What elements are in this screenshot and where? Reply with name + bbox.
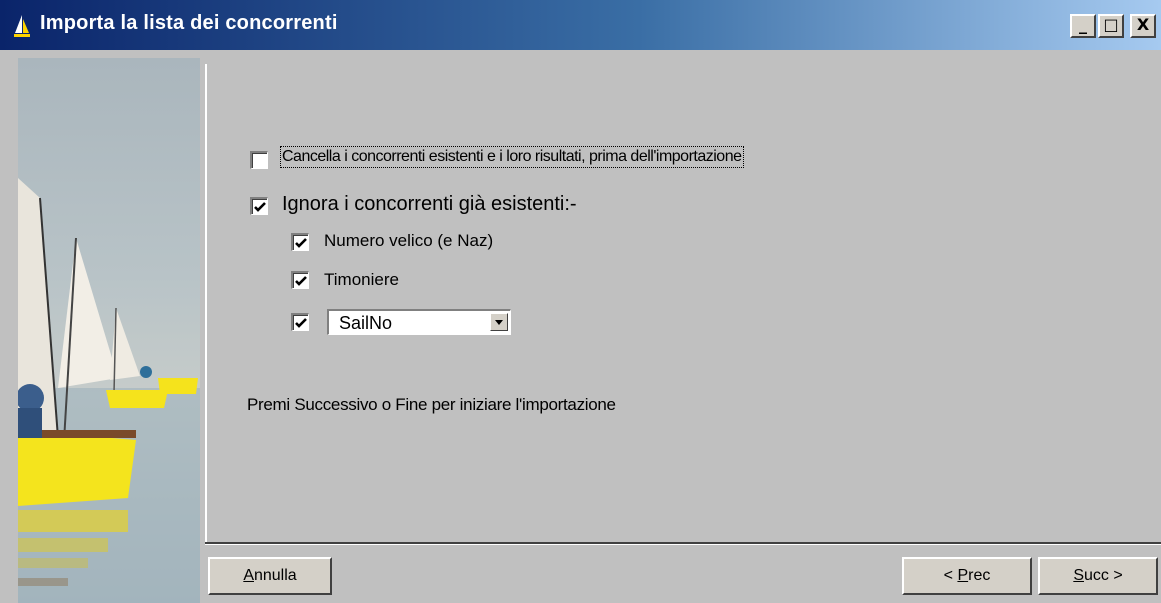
cancel-mnemonic: A — [243, 567, 254, 584]
field-select[interactable]: SailNo — [327, 309, 511, 335]
custom-field-checkbox[interactable] — [291, 313, 309, 331]
checkmark-icon — [254, 202, 266, 212]
sailboats-image — [18, 58, 200, 603]
dropdown-arrow-icon[interactable] — [490, 313, 508, 331]
prev-label-prefix: < — [943, 567, 958, 584]
instruction-text: Premi Successivo o Fine per iniziare l'i… — [247, 395, 616, 414]
close-button[interactable]: X — [1130, 14, 1156, 38]
button-separator — [205, 542, 1161, 545]
sailboat-icon — [12, 14, 32, 38]
checkmark-icon — [295, 276, 307, 286]
checkmark-icon — [295, 238, 307, 248]
minimize-icon: _ — [1079, 15, 1087, 34]
ignore-existing-label[interactable]: Ignora i concorrenti già esistenti:- — [282, 193, 577, 216]
field-select-value: SailNo — [339, 313, 393, 333]
clear-existing-label[interactable]: Cancella i concorrenti esistenti e i lor… — [280, 146, 744, 168]
maximize-icon: □ — [1103, 15, 1119, 34]
options-panel — [205, 64, 1161, 542]
next-mnemonic: S — [1073, 567, 1084, 584]
cancel-button[interactable]: Annulla — [208, 557, 332, 595]
prev-label-rest: rec — [968, 567, 991, 584]
sail-number-checkbox[interactable] — [291, 233, 309, 251]
next-button[interactable]: Succ > — [1038, 557, 1158, 595]
ignore-existing-checkbox[interactable] — [250, 197, 268, 215]
checkmark-icon — [295, 318, 307, 328]
clear-existing-checkbox[interactable] — [250, 151, 268, 169]
import-dialog: Importa la lista dei concorrenti _ □ X C… — [0, 0, 1161, 603]
maximize-button[interactable]: □ — [1098, 14, 1124, 38]
cancel-label-rest: nnulla — [253, 567, 297, 584]
helmsman-checkbox[interactable] — [291, 271, 309, 289]
helmsman-label[interactable]: Timoniere — [324, 270, 399, 290]
close-icon: X — [1136, 15, 1150, 34]
next-label-rest: ucc > — [1083, 567, 1123, 584]
window-title: Importa la lista dei concorrenti — [40, 12, 338, 34]
prev-mnemonic: P — [957, 567, 969, 584]
minimize-button[interactable]: _ — [1070, 14, 1096, 38]
sail-number-label[interactable]: Numero velico (e Naz) — [324, 231, 493, 251]
title-bar[interactable]: Importa la lista dei concorrenti _ □ X — [0, 0, 1161, 50]
prev-button[interactable]: < Prec — [902, 557, 1032, 595]
